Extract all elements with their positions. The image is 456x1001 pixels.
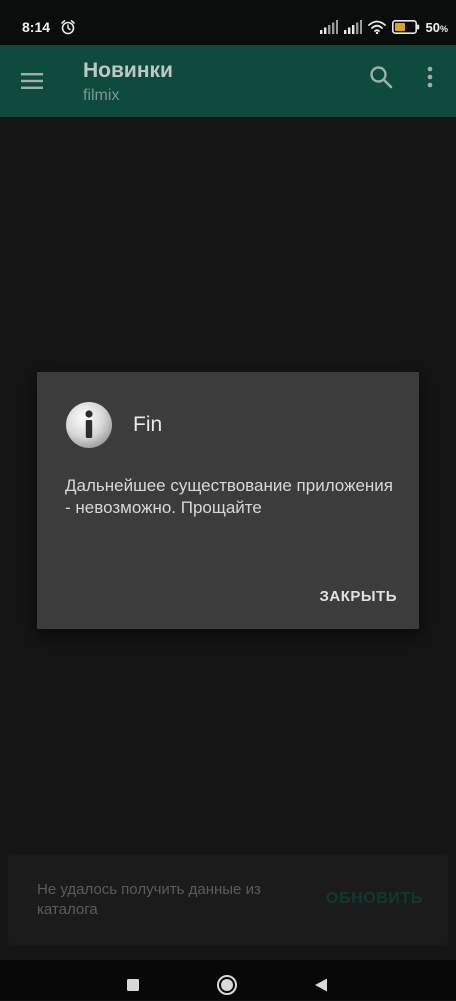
status-bar: 8:14 50% <box>0 0 456 45</box>
more-vert-icon[interactable] <box>419 63 441 93</box>
recent-apps-icon[interactable] <box>126 978 140 992</box>
app-bar: Новинки filmix <box>0 45 456 117</box>
wifi-icon <box>367 20 386 34</box>
search-icon[interactable] <box>368 64 394 90</box>
app-subtitle: filmix <box>83 87 120 104</box>
close-button[interactable]: ЗАКРЫТЬ <box>319 588 397 605</box>
signal-icon <box>343 20 362 34</box>
dialog-title: Fin <box>133 413 163 436</box>
navigation-bar <box>0 960 456 1000</box>
info-icon <box>65 401 113 449</box>
alarm-icon <box>60 19 76 35</box>
app-title: Новинки <box>83 59 173 82</box>
home-icon[interactable] <box>216 974 238 996</box>
battery-icon <box>391 20 420 34</box>
battery-percent: 50% <box>425 19 448 35</box>
status-time: 8:14 <box>22 19 51 35</box>
menu-icon[interactable] <box>18 67 46 95</box>
snackbar: Не удалось получить данные из каталога О… <box>8 855 448 945</box>
status-icons: 50% <box>319 17 448 37</box>
refresh-button[interactable]: ОБНОВИТЬ <box>326 890 423 908</box>
signal-icon <box>319 20 338 34</box>
alert-dialog: Fin Дальнейшее существование приложения … <box>37 372 419 629</box>
back-icon[interactable] <box>313 977 329 993</box>
snackbar-message: Не удалось получить данные из каталога <box>37 881 261 918</box>
dialog-message: Дальнейшее существование приложения - не… <box>65 476 393 517</box>
